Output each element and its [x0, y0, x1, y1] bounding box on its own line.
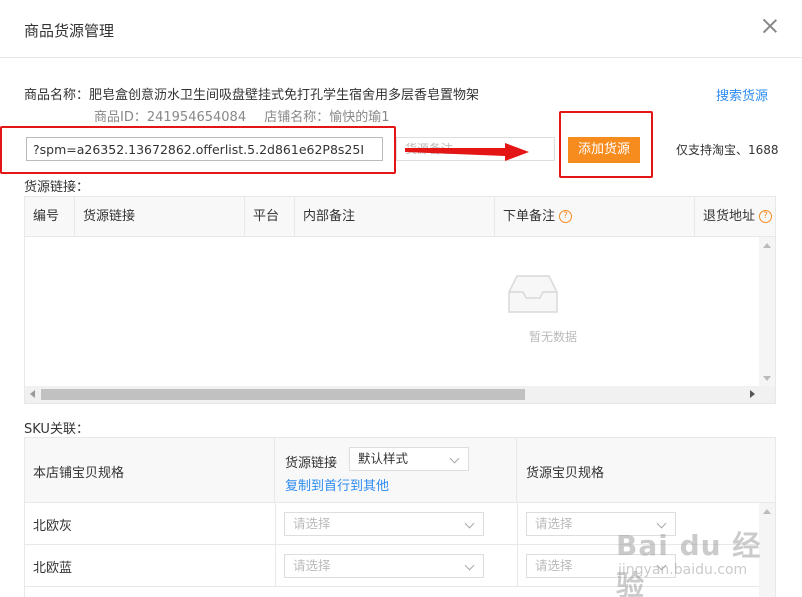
- order-note-label: 下单备注: [503, 209, 556, 224]
- baidu-watermark: Bai du 经验 jingyan.baidu.com: [612, 524, 782, 597]
- links-table-header: 编号 货源链接 平台 内部备注 下单备注? 退货地址?: [25, 197, 775, 237]
- sku-col-store-spec: 本店铺宝贝规格: [25, 438, 275, 503]
- select-placeholder: 请选择: [293, 558, 331, 573]
- empty-text: 暂无数据: [529, 330, 578, 344]
- select-placeholder: 请选择: [535, 558, 573, 573]
- support-platforms-text: 仅支持淘宝、1688: [676, 143, 779, 157]
- col-header-platform: 平台: [245, 197, 295, 237]
- scroll-right-icon[interactable]: [750, 390, 755, 398]
- watermark-url: jingyan.baidu.com: [618, 562, 748, 578]
- annotation-arrow-icon: [405, 143, 529, 161]
- scroll-left-icon[interactable]: [30, 390, 35, 398]
- scroll-up-icon[interactable]: [763, 509, 771, 514]
- empty-inbox-icon: [508, 275, 558, 313]
- scrollbar-thumb[interactable]: [41, 389, 525, 400]
- help-icon[interactable]: ?: [559, 210, 573, 223]
- store-spec-label: 本店铺宝贝规格: [33, 466, 125, 481]
- horizontal-scrollbar[interactable]: [25, 386, 775, 403]
- annotation-box-button: [559, 111, 653, 178]
- help-icon[interactable]: ?: [759, 210, 773, 223]
- source-spec-label: 货源宝贝规格: [526, 466, 605, 481]
- select-placeholder: 请选择: [535, 516, 573, 531]
- chevron-down-icon: [449, 453, 460, 464]
- sku-section-label: SKU关联：: [24, 422, 89, 437]
- links-section-label: 货源链接：: [24, 180, 90, 195]
- search-source-link[interactable]: 搜索货源: [716, 85, 768, 104]
- watermark-brand: Bai du 经验: [616, 529, 762, 597]
- product-meta: 商品ID：241954654084 店铺名称：愉快的瑜1: [94, 106, 390, 125]
- source-link-select[interactable]: 请选择: [284, 554, 484, 578]
- style-select[interactable]: 默认样式: [349, 447, 469, 471]
- row-divider: [275, 503, 276, 545]
- scroll-down-icon[interactable]: [763, 376, 771, 381]
- source-link-select[interactable]: 请选择: [284, 512, 484, 536]
- sku-row-name: 北欧灰: [33, 519, 73, 534]
- dialog-title: 商品货源管理: [24, 22, 115, 40]
- chevron-down-icon: [464, 518, 475, 529]
- product-name: 商品名称：肥皂盒创意沥水卫生间吸盘壁挂式免打孔学生宿舍用多层香皂置物架: [24, 88, 480, 103]
- product-id: 商品ID：241954654084: [94, 110, 247, 125]
- chevron-down-icon: [464, 560, 475, 571]
- dialog-header: 商品货源管理: [0, 0, 802, 58]
- annotation-box-url: [0, 126, 396, 174]
- vertical-scrollbar[interactable]: [759, 237, 775, 387]
- row-divider: [275, 545, 276, 587]
- col-header-order-note: 下单备注?: [495, 197, 695, 237]
- col-header-source-link: 货源链接: [75, 197, 245, 237]
- sku-table-header: 本店铺宝贝规格 货源链接 默认样式 复制到首行到其他 货源宝贝规格: [25, 438, 775, 503]
- source-link-label: 货源链接: [285, 456, 338, 471]
- style-select-value: 默认样式: [358, 451, 409, 466]
- row-divider: [517, 545, 518, 587]
- scroll-up-icon[interactable]: [763, 243, 771, 248]
- shop-name: 店铺名称：愉快的瑜1: [264, 110, 390, 125]
- col-header-internal-note: 内部备注: [295, 197, 495, 237]
- select-placeholder: 请选择: [293, 516, 331, 531]
- close-icon[interactable]: [760, 16, 780, 36]
- sku-col-source-spec: 货源宝贝规格: [517, 438, 775, 503]
- col-header-number: 编号: [25, 197, 75, 237]
- copy-first-row-link[interactable]: 复制到首行到其他: [285, 475, 389, 494]
- source-links-table: 编号 货源链接 平台 内部备注 下单备注? 退货地址?: [24, 196, 776, 404]
- col-header-return-address: 退货地址?: [695, 197, 775, 237]
- row-divider: [517, 503, 518, 545]
- sku-row-name: 北欧蓝: [33, 561, 73, 576]
- return-address-label: 退货地址: [703, 209, 756, 224]
